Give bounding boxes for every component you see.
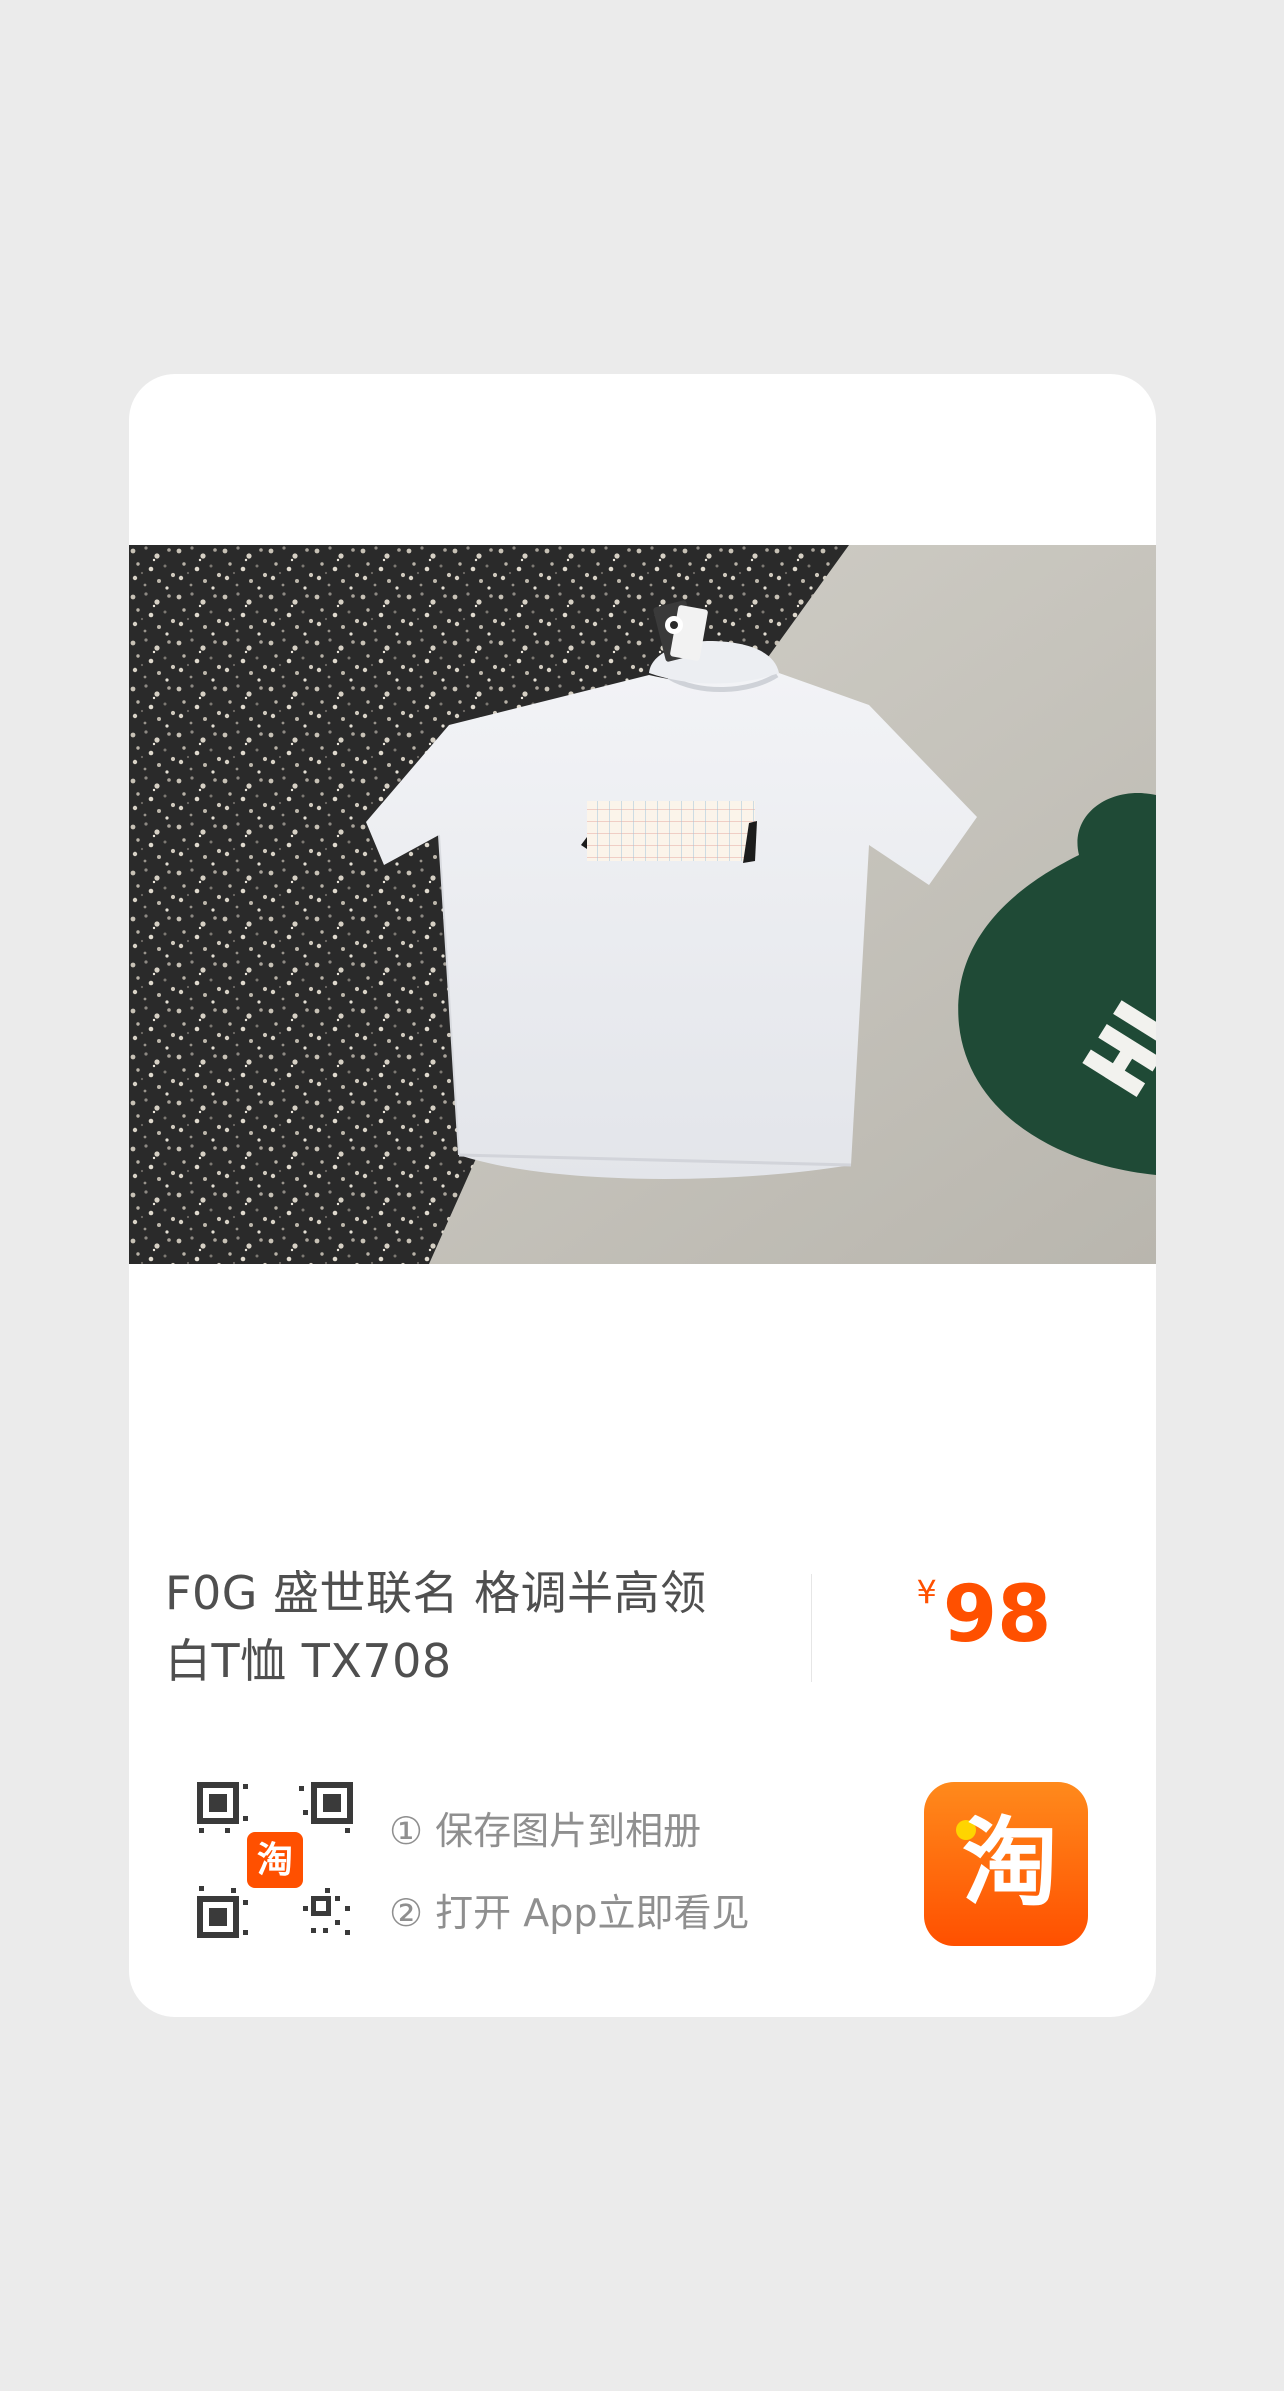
price-amount: 98 [942, 1570, 1052, 1660]
price: ¥98 [812, 1569, 1156, 1661]
qr-code[interactable]: 淘 [195, 1780, 355, 1940]
instruction-step-1: ① 保存图片到相册 [389, 1809, 702, 1853]
qr-finder-bottom-left [197, 1896, 239, 1938]
product-title: F0G 盛世联名 格调半高领 白T恤 TX708 [165, 1559, 765, 1695]
qr-taobao-badge: 淘 [247, 1832, 303, 1888]
currency-symbol: ¥ [916, 1573, 937, 1611]
qr-finder-top-left [197, 1782, 239, 1824]
product-title-line-2: 白T恤 TX708 [165, 1634, 452, 1688]
product-image[interactable] [129, 545, 1156, 1264]
svg-text:淘: 淘 [257, 1840, 293, 1881]
svg-text:淘: 淘 [962, 1807, 1058, 1919]
qr-finder-top-right [311, 1782, 353, 1824]
share-card: F0G 盛世联名 格调半高领 白T恤 TX708 ¥98 淘 ① 保存图片到相册… [129, 374, 1156, 2017]
product-title-line-1: F0G 盛世联名 格调半高领 [165, 1566, 707, 1620]
instruction-step-2: ② 打开 App立即看见 [389, 1891, 750, 1935]
taobao-app-icon[interactable]: 淘 [924, 1782, 1088, 1946]
